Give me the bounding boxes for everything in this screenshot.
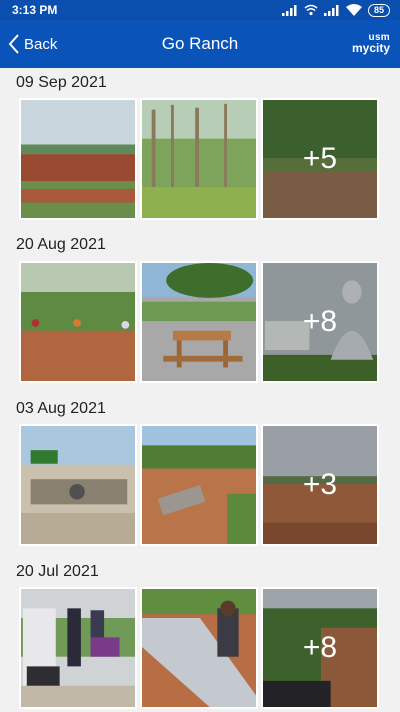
wifi-icon <box>345 4 362 16</box>
page-title: Go Ranch <box>161 34 239 53</box>
photo-thumbnail[interactable] <box>140 261 258 383</box>
photo-thumbnail-more[interactable]: +8 <box>261 261 379 383</box>
field-photo <box>21 100 135 218</box>
wall-construction-photo <box>142 426 256 544</box>
plantation-photo <box>142 100 256 218</box>
people-golf-cart-photo <box>21 589 135 707</box>
signal-icon <box>281 4 297 16</box>
signal-icon-2 <box>323 4 339 16</box>
brand-logo: usm mycity <box>352 32 390 54</box>
photo-thumbnail[interactable] <box>140 587 258 709</box>
wifi-call-icon <box>304 4 318 16</box>
album-date: 20 Jul 2021 <box>16 563 99 580</box>
more-photos-count: +5 <box>302 142 338 175</box>
battery-indicator: 85 <box>367 3 390 17</box>
album-date: 03 Aug 2021 <box>16 400 106 417</box>
photo-feed[interactable]: 09 Sep 2021 +5 20 Aug 2021 +8 03 Aug 202… <box>0 68 400 712</box>
status-time: 3:13 PM <box>12 3 58 17</box>
photo-thumbnail-more[interactable]: +8 <box>261 587 379 709</box>
album-date: 09 Sep 2021 <box>16 74 107 91</box>
status-bar: 3:13 PM 85 <box>0 0 400 20</box>
photo-thumbnail[interactable] <box>140 424 258 546</box>
mulching-photo <box>142 589 256 707</box>
photo-thumbnail[interactable] <box>19 261 137 383</box>
photo-thumbnail-more[interactable]: +5 <box>261 98 379 220</box>
more-photos-count: +8 <box>302 305 338 338</box>
photo-thumbnail[interactable] <box>19 98 137 220</box>
tractor-construction-photo <box>21 426 135 544</box>
picnic-table-photo <box>142 263 256 381</box>
album-date: 20 Aug 2021 <box>16 236 106 253</box>
more-photos-count: +3 <box>302 468 338 501</box>
photo-thumbnail[interactable] <box>19 424 137 546</box>
photo-thumbnail-more[interactable]: +3 <box>261 424 379 546</box>
photo-thumbnail[interactable] <box>140 98 258 220</box>
brand-logo-bottom: mycity <box>351 41 390 55</box>
workers-planting-photo <box>21 263 135 381</box>
app-bar: Back Go Ranch usm mycity <box>0 20 400 68</box>
status-icons: 85 <box>281 3 390 17</box>
more-photos-count: +8 <box>302 631 338 664</box>
photo-thumbnail[interactable] <box>19 587 137 709</box>
